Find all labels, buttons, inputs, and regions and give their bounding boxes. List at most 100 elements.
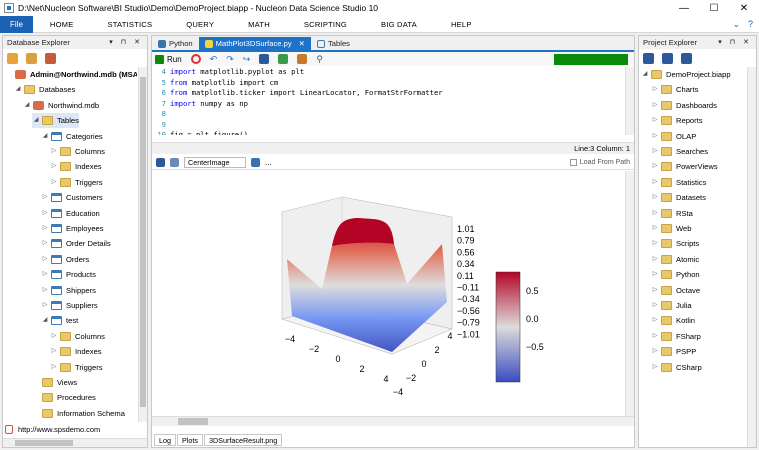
- project-tree-item[interactable]: ▷ Octave: [651, 283, 700, 298]
- expand-toggle-icon[interactable]: ◢: [641, 67, 649, 82]
- save-all-icon[interactable]: [681, 52, 692, 64]
- db-tree-item[interactable]: Admin@Northwind.mdb (MSAcces: [5, 67, 137, 82]
- expand-toggle-icon[interactable]: ▷: [41, 221, 49, 236]
- expand-toggle-icon[interactable]: ▷: [651, 221, 659, 236]
- expand-toggle-icon[interactable]: ▷: [50, 360, 58, 375]
- image-hscrollbar[interactable]: [152, 416, 634, 426]
- expand-toggle-icon[interactable]: ◢: [41, 313, 49, 328]
- project-tree-item[interactable]: ▷ Web: [651, 221, 691, 236]
- menu-help[interactable]: HELP: [434, 20, 489, 29]
- expand-toggle-icon[interactable]: ▷: [41, 298, 49, 313]
- expand-toggle-icon[interactable]: ▷: [651, 129, 659, 144]
- project-tree-item[interactable]: ▷ Python: [651, 267, 700, 282]
- image-vscrollbar[interactable]: [625, 171, 634, 416]
- menu-query[interactable]: QUERY: [169, 20, 231, 29]
- tab-plots[interactable]: Plots: [177, 434, 203, 446]
- db-tree-item[interactable]: ▷ Columns: [50, 144, 105, 159]
- db-tree-item[interactable]: ◢ Categories: [41, 129, 103, 144]
- export-icon[interactable]: [297, 54, 308, 64]
- expand-toggle-icon[interactable]: ▷: [651, 206, 659, 221]
- db-tree-item[interactable]: ▷ Customers: [41, 190, 103, 205]
- minimize-button[interactable]: —: [669, 3, 699, 14]
- help-icon[interactable]: ?: [748, 19, 753, 30]
- project-tree-item[interactable]: ▷ Searches: [651, 144, 708, 159]
- expand-toggle-icon[interactable]: ▷: [651, 344, 659, 359]
- expand-toggle-icon[interactable]: ▷: [651, 329, 659, 344]
- open-project-icon[interactable]: [643, 52, 654, 64]
- expand-toggle-icon[interactable]: ▷: [651, 267, 659, 282]
- db-tree-item[interactable]: ◢ Databases: [14, 82, 75, 97]
- db-tree-item[interactable]: ▷ Products: [41, 267, 96, 282]
- expand-toggle-icon[interactable]: ▷: [651, 98, 659, 113]
- project-tree-item[interactable]: ▷ Charts: [651, 82, 698, 97]
- expand-toggle-icon[interactable]: ▷: [651, 236, 659, 251]
- tab-tables[interactable]: Tables: [311, 37, 356, 50]
- db-tree-item[interactable]: ▷ Triggers: [50, 175, 103, 190]
- code-vscrollbar[interactable]: [625, 67, 634, 135]
- db-tree-item[interactable]: ▷ Education: [41, 206, 100, 221]
- menu-big-data[interactable]: BIG DATA: [364, 20, 434, 29]
- more-button[interactable]: ...: [265, 158, 272, 167]
- project-tree-item[interactable]: ▷ RSta: [651, 206, 693, 221]
- project-tree-item[interactable]: ▷ Reports: [651, 113, 703, 128]
- url-row[interactable]: http://www.spsdemo.com: [5, 423, 100, 435]
- project-tree-item[interactable]: ▷ Dashboards: [651, 98, 717, 113]
- project-tree-item[interactable]: ▷ Statistics: [651, 175, 706, 190]
- expand-toggle-icon[interactable]: ◢: [14, 82, 22, 97]
- debug-icon[interactable]: [278, 54, 289, 64]
- panel-controls[interactable]: ▾ ⊓ ✕: [718, 36, 756, 49]
- db-tree-item[interactable]: Procedures: [32, 390, 96, 405]
- expand-toggle-icon[interactable]: ▷: [50, 329, 58, 344]
- db-tree-item[interactable]: ▷ Shippers: [41, 283, 96, 298]
- expand-toggle-icon[interactable]: ▷: [651, 360, 659, 375]
- code-editor[interactable]: 4 import matplotlib.pyplot as plt 5 from ma…: [156, 67, 622, 135]
- db-tree-item[interactable]: ▷ Orders: [41, 252, 89, 267]
- project-tree-item[interactable]: ▷ Atomic: [651, 252, 699, 267]
- disconnect-icon[interactable]: [45, 52, 56, 64]
- expand-toggle-icon[interactable]: ▷: [41, 236, 49, 251]
- redo-icon[interactable]: ↷: [226, 54, 234, 65]
- expand-toggle-icon[interactable]: ▷: [50, 175, 58, 190]
- panel-controls[interactable]: ▾ ⊓ ✕: [109, 36, 147, 49]
- project-tree-item[interactable]: ▷ OLAP: [651, 129, 696, 144]
- expand-toggle-icon[interactable]: ▷: [41, 283, 49, 298]
- project-tree-item[interactable]: ▷ Datasets: [651, 190, 706, 205]
- save-image-icon[interactable]: [156, 158, 165, 167]
- settings-icon[interactable]: [251, 158, 260, 167]
- expand-toggle-icon[interactable]: ▷: [41, 206, 49, 221]
- project-tree-item[interactable]: ▷ Scripts: [651, 236, 699, 251]
- expand-toggle-icon[interactable]: ▷: [651, 283, 659, 298]
- menu-math[interactable]: MATH: [231, 20, 287, 29]
- db-tree-item[interactable]: ◢ Tables: [32, 113, 79, 129]
- expand-toggle-icon[interactable]: ▷: [50, 159, 58, 174]
- tab-python[interactable]: Python: [152, 37, 199, 50]
- project-tree-item[interactable]: ▷ Kotlin: [651, 313, 695, 328]
- db-tree-item[interactable]: Information Schema: [32, 406, 125, 421]
- copy-image-icon[interactable]: [170, 158, 179, 167]
- load-from-path-checkbox[interactable]: Load From Path: [569, 159, 630, 166]
- run-button[interactable]: Run: [155, 54, 182, 64]
- connect-icon[interactable]: [7, 52, 18, 64]
- expand-toggle-icon[interactable]: ◢: [32, 113, 40, 128]
- expand-toggle-icon[interactable]: ▷: [651, 190, 659, 205]
- db-tree-item[interactable]: ▷ Indexes: [50, 159, 102, 174]
- close-tab-icon[interactable]: ✕: [299, 37, 305, 50]
- menu-statistics[interactable]: STATISTICS: [90, 20, 169, 29]
- tab-mathplot3dsurface[interactable]: MathPlot3DSurface.py ✕: [198, 37, 312, 50]
- save-icon[interactable]: [259, 54, 270, 64]
- project-tree-item[interactable]: ▷ CSharp: [651, 360, 702, 375]
- project-tree-item[interactable]: ▷ PowerViews: [651, 159, 718, 174]
- expand-toggle-icon[interactable]: ▷: [50, 344, 58, 359]
- expand-toggle-icon[interactable]: ▷: [651, 313, 659, 328]
- db-tree-vscrollbar[interactable]: [138, 67, 147, 422]
- expand-toggle-icon[interactable]: ▷: [651, 252, 659, 267]
- close-button[interactable]: ✕: [729, 3, 759, 14]
- expand-toggle-icon[interactable]: ▷: [41, 190, 49, 205]
- stop-icon[interactable]: [190, 54, 201, 64]
- menu-file[interactable]: File: [0, 15, 33, 33]
- menu-scripting[interactable]: SCRIPTING: [287, 20, 364, 29]
- project-tree-item[interactable]: ▷ Julia: [651, 298, 692, 313]
- db-tree-item[interactable]: ▷ Employees: [41, 221, 104, 236]
- expand-toggle-icon[interactable]: ▷: [651, 82, 659, 97]
- db-tree-item[interactable]: ▷ Triggers: [50, 360, 103, 375]
